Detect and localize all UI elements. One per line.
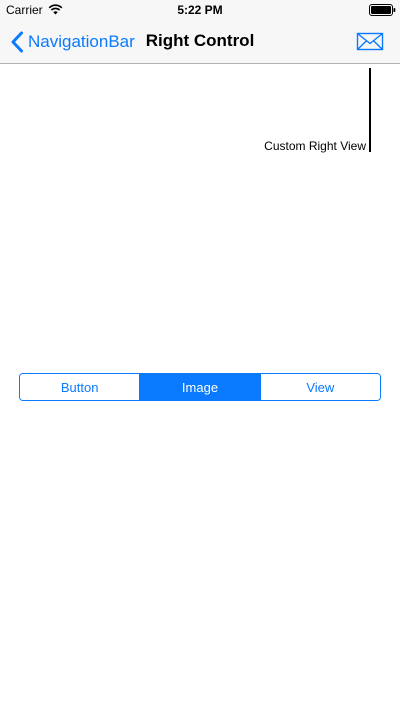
segmented-control: Button Image View (19, 373, 381, 401)
custom-right-view-label: Custom Right View (264, 139, 366, 153)
mail-icon[interactable] (356, 30, 384, 52)
app-screen: Carrier 5:22 PM NavigationBar Right Cont… (0, 0, 400, 711)
annotation-pointer-line (369, 68, 371, 152)
segment-image[interactable]: Image (139, 374, 260, 400)
segment-view[interactable]: View (259, 374, 380, 400)
status-bar: Carrier 5:22 PM (0, 0, 400, 20)
page-title: Right Control (145, 31, 255, 50)
status-time: 5:22 PM (177, 3, 223, 17)
segment-button[interactable]: Button (20, 374, 140, 400)
battery-icon (369, 4, 396, 16)
navigation-bar: NavigationBar Right Control (0, 20, 400, 64)
